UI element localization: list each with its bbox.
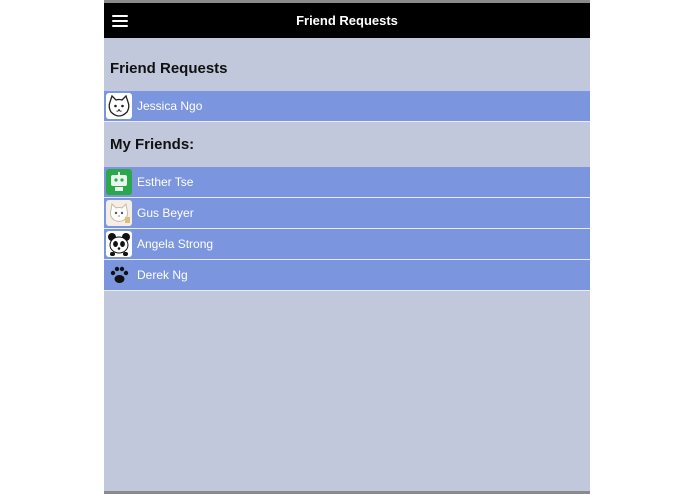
- friend-request-item[interactable]: Jessica Ngo: [104, 91, 590, 122]
- friend-name: Angela Strong: [137, 237, 214, 251]
- friend-list-item[interactable]: Gus Beyer: [104, 198, 590, 229]
- my-friends-heading: My Friends:: [110, 136, 195, 153]
- panda-icon: [106, 231, 132, 257]
- friend-list-item[interactable]: Esther Tse: [104, 167, 590, 198]
- friend-name: Gus Beyer: [137, 206, 194, 220]
- app-screen: Friend Requests Friend Requests Jessica …: [104, 0, 590, 494]
- white-cat-icon: [106, 200, 132, 226]
- paw-print-icon: [106, 262, 132, 288]
- green-robot-icon: [106, 169, 132, 195]
- cat-face-icon: [106, 93, 132, 119]
- friend-request-name: Jessica Ngo: [137, 99, 203, 113]
- friend-name: Derek Ng: [137, 268, 188, 282]
- friend-name: Esther Tse: [137, 175, 194, 189]
- top-navigation-bar: Friend Requests: [104, 0, 590, 38]
- friend-requests-heading: Friend Requests: [110, 60, 228, 77]
- friend-list-item[interactable]: Angela Strong: [104, 229, 590, 260]
- page-title: Friend Requests: [296, 13, 398, 28]
- friend-list-item[interactable]: Derek Ng: [104, 260, 590, 291]
